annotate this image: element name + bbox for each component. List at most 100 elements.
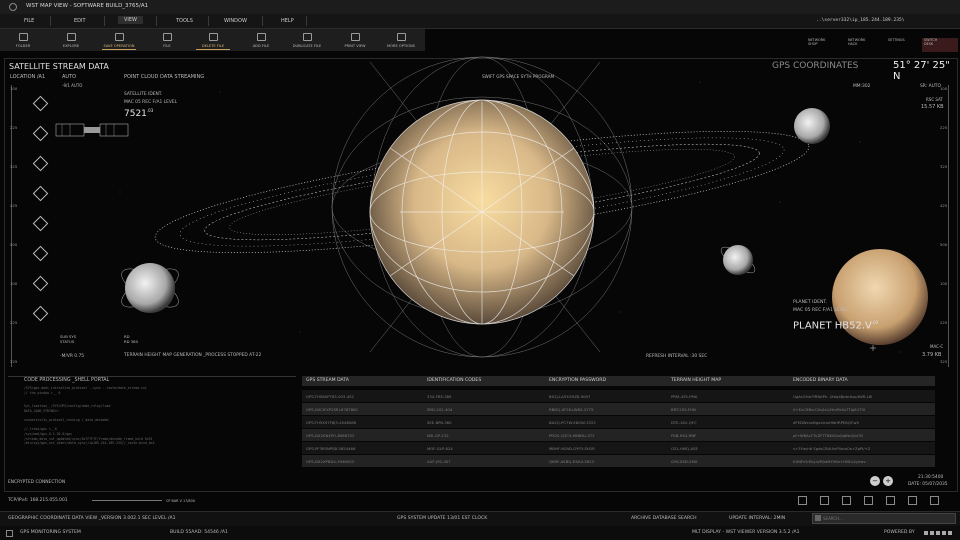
view-icon-4[interactable]: [864, 496, 873, 505]
auto-label: AUTO: [62, 74, 77, 80]
table-cell: pf+WRAcF7kZFTTBK0GaQqBtuQoCM: [793, 433, 863, 438]
menu-separator: [104, 16, 105, 26]
archive-search-label[interactable]: ARCHIVE DATABASE SEARCH: [631, 516, 697, 521]
table-cell: GPS-DXCIFXP2SRI-6787862: [306, 407, 358, 412]
table-cell: BA2Q-PC7W-E8GW-3322: [549, 420, 596, 425]
table-cell: s+3Yw/n6 SgdsCB4UlnPI/eiaOs+ZpPi/+Z: [793, 446, 871, 451]
duplicate-file-button[interactable]: DUBLICATE FILE: [284, 29, 330, 51]
folder-icon: [18, 33, 28, 41]
ruler-number: 225: [940, 320, 948, 325]
terrain-message: TERRAIN HEIGHT MAP GENERATION _PROCESS S…: [124, 353, 262, 358]
brand-logo: [924, 531, 954, 535]
view-icon-7[interactable]: [930, 496, 939, 505]
table-cell: GPS-DX2KN4PO-8986752: [306, 433, 355, 438]
table-cell: GYK-DSD-SMA: [671, 459, 698, 464]
settings-button[interactable]: SETTINGS: [886, 38, 922, 52]
table-cell: dFEDWcsnBgx4moHWrIRPE8j1Fw5: [793, 420, 859, 425]
ruler-number: 500: [940, 242, 948, 247]
table-header-gps[interactable]: GPS STREAM DATA: [306, 378, 349, 383]
table-cell: SEE-NPA-360: [427, 420, 452, 425]
save-operation-button[interactable]: SAVE OPERATION: [96, 29, 142, 51]
ruler-number: 325: [10, 164, 18, 169]
table-cell: FKB-HS4-RNF: [671, 433, 697, 438]
view-icon-6[interactable]: [908, 496, 917, 505]
duplicate-icon: [302, 33, 312, 41]
moon-left[interactable]: [116, 262, 183, 315]
table-cell: 334-FRE-389: [427, 394, 452, 399]
menu-file[interactable]: FILE: [24, 18, 34, 24]
switch-desk-button[interactable]: SWITCH DESK: [922, 38, 958, 52]
view-icon-1[interactable]: [798, 496, 807, 505]
ruler-number: 100: [10, 86, 18, 91]
cp-progress-bar: [92, 500, 162, 501]
table-cell: GPS-TH5X97F6J3-4548586: [306, 420, 357, 425]
gps-coordinates-value: 51° 27' 25" N: [893, 60, 950, 82]
menu-edit[interactable]: EDIT: [74, 18, 86, 24]
ruler-number: 100: [10, 281, 18, 286]
table-cell: RBDQ-XF2K-LW8X-2775: [549, 407, 594, 412]
search-input[interactable]: [823, 514, 948, 522]
panel-title: SATELLITE STREAM DATA: [9, 62, 109, 71]
network-shop-button[interactable]: NETWORK SHOP: [806, 38, 842, 52]
ruler-number: 425: [940, 203, 948, 208]
ruler-number: 325: [940, 359, 948, 364]
toolbar: FOLDER EXPLORE SAVE OPERATION FILE DELET…: [0, 29, 425, 51]
menu-tools[interactable]: TOOLS: [176, 18, 193, 24]
search-box[interactable]: [812, 513, 956, 524]
rsc-sat-label: RSC SAT: [926, 97, 943, 102]
refresh-interval: REFRESH INTERVAL :30 SEC: [646, 354, 708, 359]
sr-label: SR: AUTO: [920, 84, 941, 89]
add-file-icon: [256, 33, 266, 41]
table-cell: BRT-293-FHN: [671, 407, 696, 412]
mvr-label: -M/VR 0.75: [60, 354, 85, 359]
table-cell: MGF-GLP-624: [427, 446, 453, 451]
menu-view[interactable]: VIEW: [118, 16, 143, 24]
network-hack-button[interactable]: NETWORK HACK: [846, 38, 882, 52]
satellite-graphic: [55, 123, 129, 137]
table-header-encryption[interactable]: ENCRYPTION PASSWORD: [549, 378, 606, 383]
ruler-number: 325: [10, 359, 18, 364]
moon-top-right[interactable]: [794, 108, 830, 144]
right-toolbar: NETWORK SHOP NETWORK HACK SETTINGS SWITCH D…: [806, 38, 958, 52]
more-options-button[interactable]: MORE OPTIONS: [378, 29, 424, 51]
menu-separator: [262, 16, 263, 26]
title-bar: WST MAP VIEW - SOFTWARE BUILD_3765/A1: [0, 0, 960, 14]
search-icon: [815, 515, 821, 521]
table-cell: GPS-TH58XPT63-003-452: [306, 394, 354, 399]
explore-button[interactable]: EXPLORE: [48, 29, 94, 51]
moon-small[interactable]: [718, 243, 759, 277]
table-cell: NSI-GP-132: [427, 433, 449, 438]
folder-button[interactable]: FOLDER: [0, 29, 46, 51]
table-header-binary[interactable]: ENCODED BINARY DATA: [793, 378, 848, 383]
table-header-ident[interactable]: IDENTIFICATION CODES: [427, 378, 481, 383]
view-icon-5[interactable]: [886, 496, 895, 505]
table-cell: UgAcGHa7fRNdPh- IXbq48pbrAsq4WR-L6l: [793, 394, 873, 399]
ruler-number: 425: [10, 203, 18, 208]
address-path[interactable]: ..\server332\ip_185.244.189.235\: [816, 18, 905, 23]
clock-time: 21:30:5400: [918, 475, 944, 480]
window-close-icon[interactable]: [9, 3, 17, 11]
mac-kb-value: 3.79 KB: [922, 352, 942, 358]
menu-separator: [306, 16, 307, 26]
add-file-button[interactable]: ADD FILE: [238, 29, 284, 51]
window-title: WST MAP VIEW - SOFTWARE BUILD_3765/A1: [26, 3, 149, 9]
update-interval: UPDATE INTERVAL: 2MIN: [729, 516, 786, 521]
view-icon-3[interactable]: [842, 496, 851, 505]
table-cell: M8HF-9G9D-GYP3-SH2R: [549, 446, 595, 451]
menu-help[interactable]: HELP: [281, 18, 294, 24]
delete-file-button[interactable]: DELETE FILE: [190, 29, 236, 51]
ruler-number: 225: [10, 320, 18, 325]
print-view-button[interactable]: PRINT VIEW: [332, 29, 378, 51]
zoom-in-button[interactable]: +: [883, 476, 893, 486]
menu-window[interactable]: WINDOW: [224, 18, 247, 24]
ruler-number: 225: [940, 125, 948, 130]
satellite-exponent: .03: [146, 108, 154, 113]
view-icon-2[interactable]: [820, 496, 829, 505]
menu-separator: [208, 16, 209, 26]
file-button[interactable]: FILE: [144, 29, 190, 51]
mm-label: MM:302: [853, 84, 871, 89]
table-header-terrain[interactable]: TERRAIN HEIGHT MAP: [671, 378, 721, 383]
zoom-out-button[interactable]: −: [870, 476, 880, 486]
table-cell: AUF-J92-457: [427, 459, 451, 464]
menu-bar: FILE EDIT VIEW TOOLS WINDOW HELP ..\serv…: [0, 14, 960, 29]
